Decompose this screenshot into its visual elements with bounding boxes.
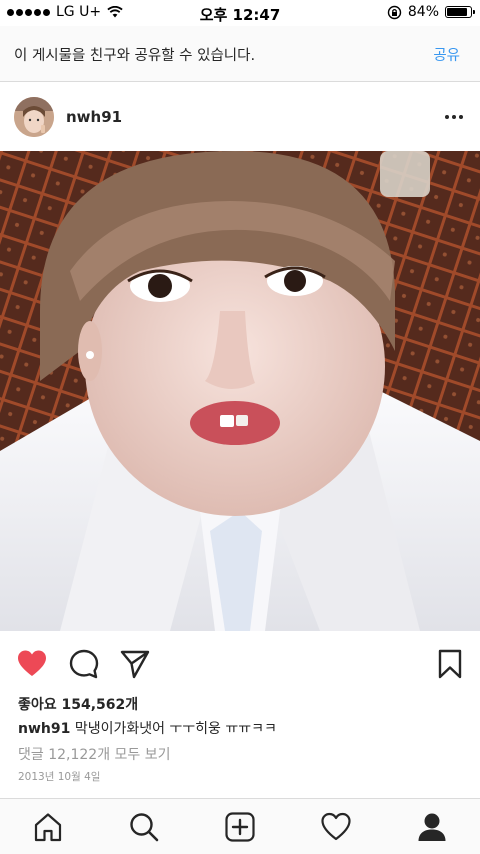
activity-icon[interactable] — [320, 811, 352, 843]
caption-text: 막냉이가화냇어 ㅜㅜ히웅 ㅠㅠㅋㅋ — [74, 721, 277, 737]
more-options-icon[interactable] — [442, 107, 466, 127]
caption-username[interactable]: nwh91 — [18, 721, 70, 737]
search-icon[interactable] — [128, 811, 160, 843]
bookmark-icon[interactable] — [434, 648, 466, 680]
tab-bar — [0, 798, 480, 854]
home-icon[interactable] — [32, 811, 64, 843]
battery-icon — [445, 6, 475, 18]
post-date: 2013년 10월 4일 — [18, 771, 101, 783]
post-caption: nwh91 막냉이가화냇어 ㅜㅜ히웅 ㅠㅠㅋㅋ — [18, 718, 277, 738]
share-button[interactable]: 공유 — [433, 44, 460, 65]
battery-percent: 84% — [407, 4, 439, 20]
post-header: nwh91 — [0, 83, 480, 151]
share-banner-text: 이 게시물을 친구와 공유할 수 있습니다. — [14, 48, 256, 64]
status-bar: LG U+ 오후 12:47 84% — [0, 0, 480, 26]
post-photo[interactable] — [0, 151, 480, 631]
profile-icon[interactable] — [416, 811, 448, 843]
heart-icon[interactable] — [16, 648, 48, 680]
view-comments-link[interactable]: 댓글 12,122개 모두 보기 — [18, 744, 171, 764]
post-actions — [0, 640, 480, 686]
post-username[interactable]: nwh91 — [66, 108, 122, 126]
share-icon[interactable] — [119, 648, 151, 680]
avatar[interactable] — [14, 97, 54, 137]
comment-icon[interactable] — [68, 648, 100, 680]
rotation-lock-icon — [387, 5, 402, 19]
status-right: 84% — [387, 4, 475, 20]
likes-count[interactable]: 좋아요 154,562개 — [18, 694, 138, 714]
share-banner: 이 게시물을 친구와 공유할 수 있습니다. 공유 — [0, 26, 480, 82]
add-icon[interactable] — [224, 811, 256, 843]
